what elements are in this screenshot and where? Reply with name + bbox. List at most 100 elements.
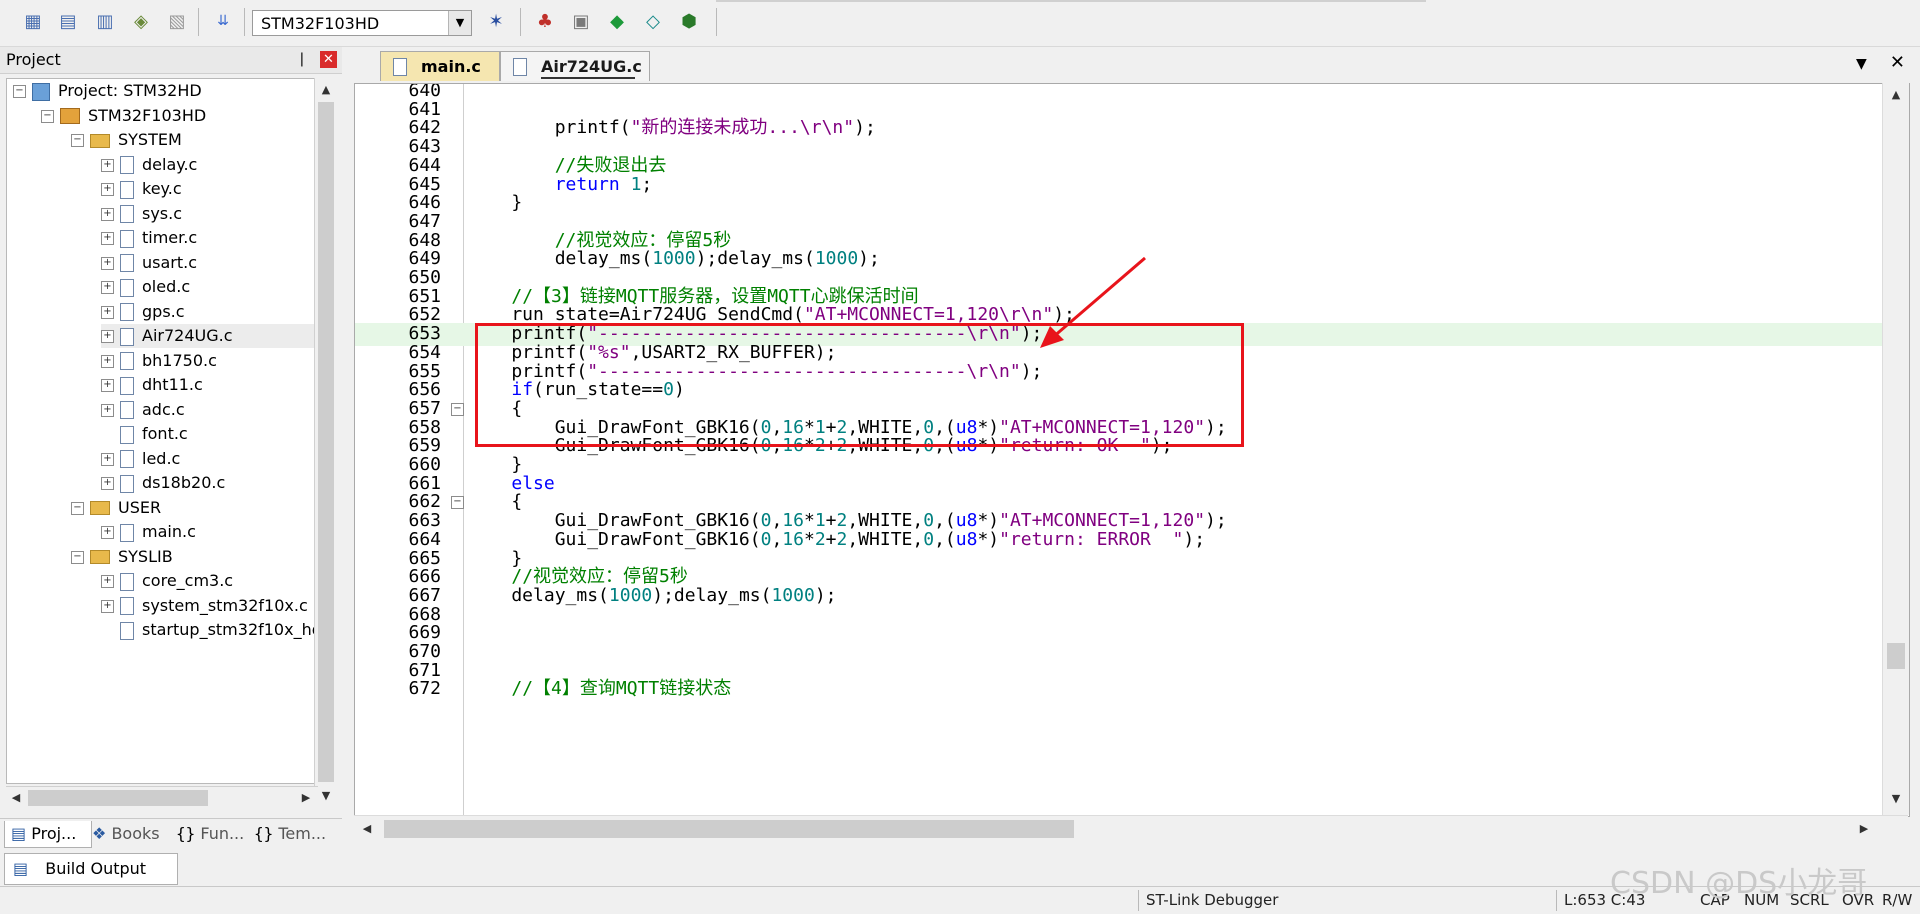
tree-item-timer-c[interactable]: + timer.c <box>101 226 197 250</box>
tree-item-system[interactable]: − SYSTEM <box>71 128 182 152</box>
close-icon[interactable]: ✕ <box>320 51 337 68</box>
tree-item-gps-c[interactable]: + gps.c <box>101 300 185 324</box>
expand-icon[interactable]: + <box>101 354 114 368</box>
scroll-down-icon[interactable]: ▼ <box>1886 789 1906 809</box>
close-icon[interactable]: ✕ <box>1890 52 1905 73</box>
tree-item-dht11-c[interactable]: + dht11.c <box>101 373 203 397</box>
translate-icon[interactable]: ▦ <box>20 8 46 34</box>
expand-icon[interactable]: + <box>101 232 114 245</box>
tree-item-delay-c[interactable]: + delay.c <box>101 153 197 177</box>
scroll-up-icon[interactable]: ▲ <box>1886 85 1906 105</box>
expand-icon[interactable]: + <box>101 183 114 196</box>
tree-item-usart-c[interactable]: + usart.c <box>101 251 197 275</box>
expand-icon[interactable]: + <box>101 403 114 417</box>
scroll-down-icon[interactable]: ▼ <box>316 786 336 806</box>
select-packs-icon[interactable]: ⬢ <box>676 8 702 34</box>
status-debugger: ST-Link Debugger <box>1146 891 1279 909</box>
tree-item-label: bh1750.c <box>142 350 217 370</box>
tree-item-label: font.c <box>142 424 188 443</box>
expand-icon[interactable]: + <box>101 379 114 392</box>
tree-item-font-c[interactable]: font.c <box>101 422 188 446</box>
rebuild-icon[interactable]: ▥ <box>92 8 118 34</box>
tab-build-output[interactable]: ▤ Build Output <box>4 853 178 885</box>
tree-item-oled-c[interactable]: + oled.c <box>101 275 190 299</box>
scroll-left-icon[interactable]: ◀ <box>357 819 377 839</box>
scroll-thumb[interactable] <box>318 102 334 782</box>
tab-list-dropdown-icon[interactable]: ▼ <box>1856 56 1867 72</box>
tree-item-label: system_stm32f10x.c <box>142 595 308 615</box>
expand-icon[interactable]: + <box>101 305 114 319</box>
scroll-left-icon[interactable]: ◀ <box>6 788 26 808</box>
tree-item-key-c[interactable]: + key.c <box>101 177 182 201</box>
tree-vertical-scrollbar[interactable]: ▲ ▼ <box>314 78 337 808</box>
tree-item-adc-c[interactable]: + adc.c <box>101 398 185 422</box>
toolbar-separator <box>716 8 717 36</box>
tree-item-project-stm32hd[interactable]: − Project: STM32HD <box>13 79 202 103</box>
tree-item-led-c[interactable]: + led.c <box>101 447 180 471</box>
tree-item-startup-stm32f10x-hd-s[interactable]: startup_stm32f10x_hd.s <box>101 618 319 642</box>
target-icon <box>60 108 80 124</box>
scroll-right-icon[interactable]: ▶ <box>1854 819 1874 839</box>
editor-vertical-scrollbar[interactable]: ▲ ▼ <box>1882 83 1909 815</box>
tree-item-core-cm3-c[interactable]: + core_cm3.c <box>101 569 233 593</box>
scroll-thumb[interactable] <box>1887 643 1905 669</box>
tab-air724ug-c[interactable]: Air724UG.c <box>500 51 650 81</box>
tree-item-sys-c[interactable]: + sys.c <box>101 202 182 226</box>
tree-item-syslib[interactable]: − SYSLIB <box>71 545 173 569</box>
code-line[interactable]: 672 //【4】查询MQTT链接状态 <box>355 678 1885 701</box>
expand-icon[interactable]: + <box>101 158 114 172</box>
scroll-up-icon[interactable]: ▲ <box>316 80 336 100</box>
tree-item-stm32f103hd[interactable]: − STM32F103HD <box>41 104 206 128</box>
annotation-arrow-icon <box>1040 256 1146 348</box>
pin-icon[interactable]: ❘ <box>296 51 308 67</box>
expand-icon[interactable]: + <box>101 330 114 343</box>
manage-components-icon[interactable]: ♣ <box>532 8 558 34</box>
tree-item-bh1750-c[interactable]: + bh1750.c <box>101 349 217 373</box>
pack-installer-icon[interactable]: ◆ <box>604 8 630 34</box>
tab-functions-label: Fun... <box>200 824 245 843</box>
target-select[interactable]: STM32F103HD ▼ <box>252 10 472 36</box>
collapse-icon[interactable]: − <box>13 85 26 98</box>
collapse-icon[interactable]: − <box>71 134 84 147</box>
chevron-down-icon[interactable]: ▼ <box>448 11 471 35</box>
fold-icon[interactable]: − <box>451 402 464 416</box>
file-extensions-icon[interactable]: ▣ <box>568 8 594 34</box>
collapse-icon[interactable]: − <box>71 550 84 564</box>
tree-horizontal-scrollbar[interactable]: ◀ ▶ <box>6 786 318 809</box>
tab-functions[interactable]: {} Fun... <box>176 821 248 847</box>
expand-icon[interactable]: + <box>101 599 114 613</box>
stop-build-icon[interactable]: ▧ <box>164 8 190 34</box>
tab-templates[interactable]: {} Tem... <box>254 821 338 847</box>
folder-icon <box>90 501 110 515</box>
collapse-icon[interactable]: − <box>41 109 54 123</box>
editor-horizontal-scrollbar[interactable]: ◀ ▶ <box>354 815 1908 842</box>
magic-wand-icon[interactable]: ✶ <box>483 8 509 34</box>
file-icon <box>120 376 134 395</box>
expand-icon[interactable]: + <box>101 256 114 270</box>
tree-item-main-c[interactable]: + main.c <box>101 520 196 544</box>
tree-item-system-stm32f10x-c[interactable]: + system_stm32f10x.c <box>101 594 308 618</box>
expand-icon[interactable]: + <box>101 281 114 294</box>
expand-icon[interactable]: + <box>101 452 114 466</box>
batch-build-icon[interactable]: ◈ <box>128 8 154 34</box>
expand-icon[interactable]: + <box>101 477 114 490</box>
tab-project[interactable]: ▤ Proj... <box>4 821 92 848</box>
tree-item-air724ug-c[interactable]: + Air724UG.c <box>101 324 319 348</box>
scroll-thumb[interactable] <box>384 820 1074 838</box>
scroll-right-icon[interactable]: ▶ <box>296 788 316 808</box>
expand-icon[interactable]: + <box>101 575 114 588</box>
expand-icon[interactable]: + <box>101 207 114 221</box>
tab-books[interactable]: ❖ Books <box>92 821 170 847</box>
tree-item-user[interactable]: − USER <box>71 496 161 520</box>
code-editor[interactable]: 640 641 642 printf("新的连接未成功...\r\n"); 643 64… <box>354 83 1910 817</box>
fold-icon[interactable]: − <box>451 496 464 510</box>
scroll-thumb[interactable] <box>28 790 208 806</box>
expand-icon[interactable]: + <box>101 526 114 539</box>
tree-item-label: usart.c <box>142 252 198 272</box>
download-icon[interactable]: ⇊ <box>210 8 236 34</box>
collapse-icon[interactable]: − <box>71 501 84 515</box>
run-icon[interactable]: ◇ <box>640 8 666 34</box>
tree-item-ds18b20-c[interactable]: + ds18b20.c <box>101 471 225 495</box>
tab-main-c[interactable]: main.c <box>380 51 500 81</box>
build-icon[interactable]: ▤ <box>55 8 81 34</box>
